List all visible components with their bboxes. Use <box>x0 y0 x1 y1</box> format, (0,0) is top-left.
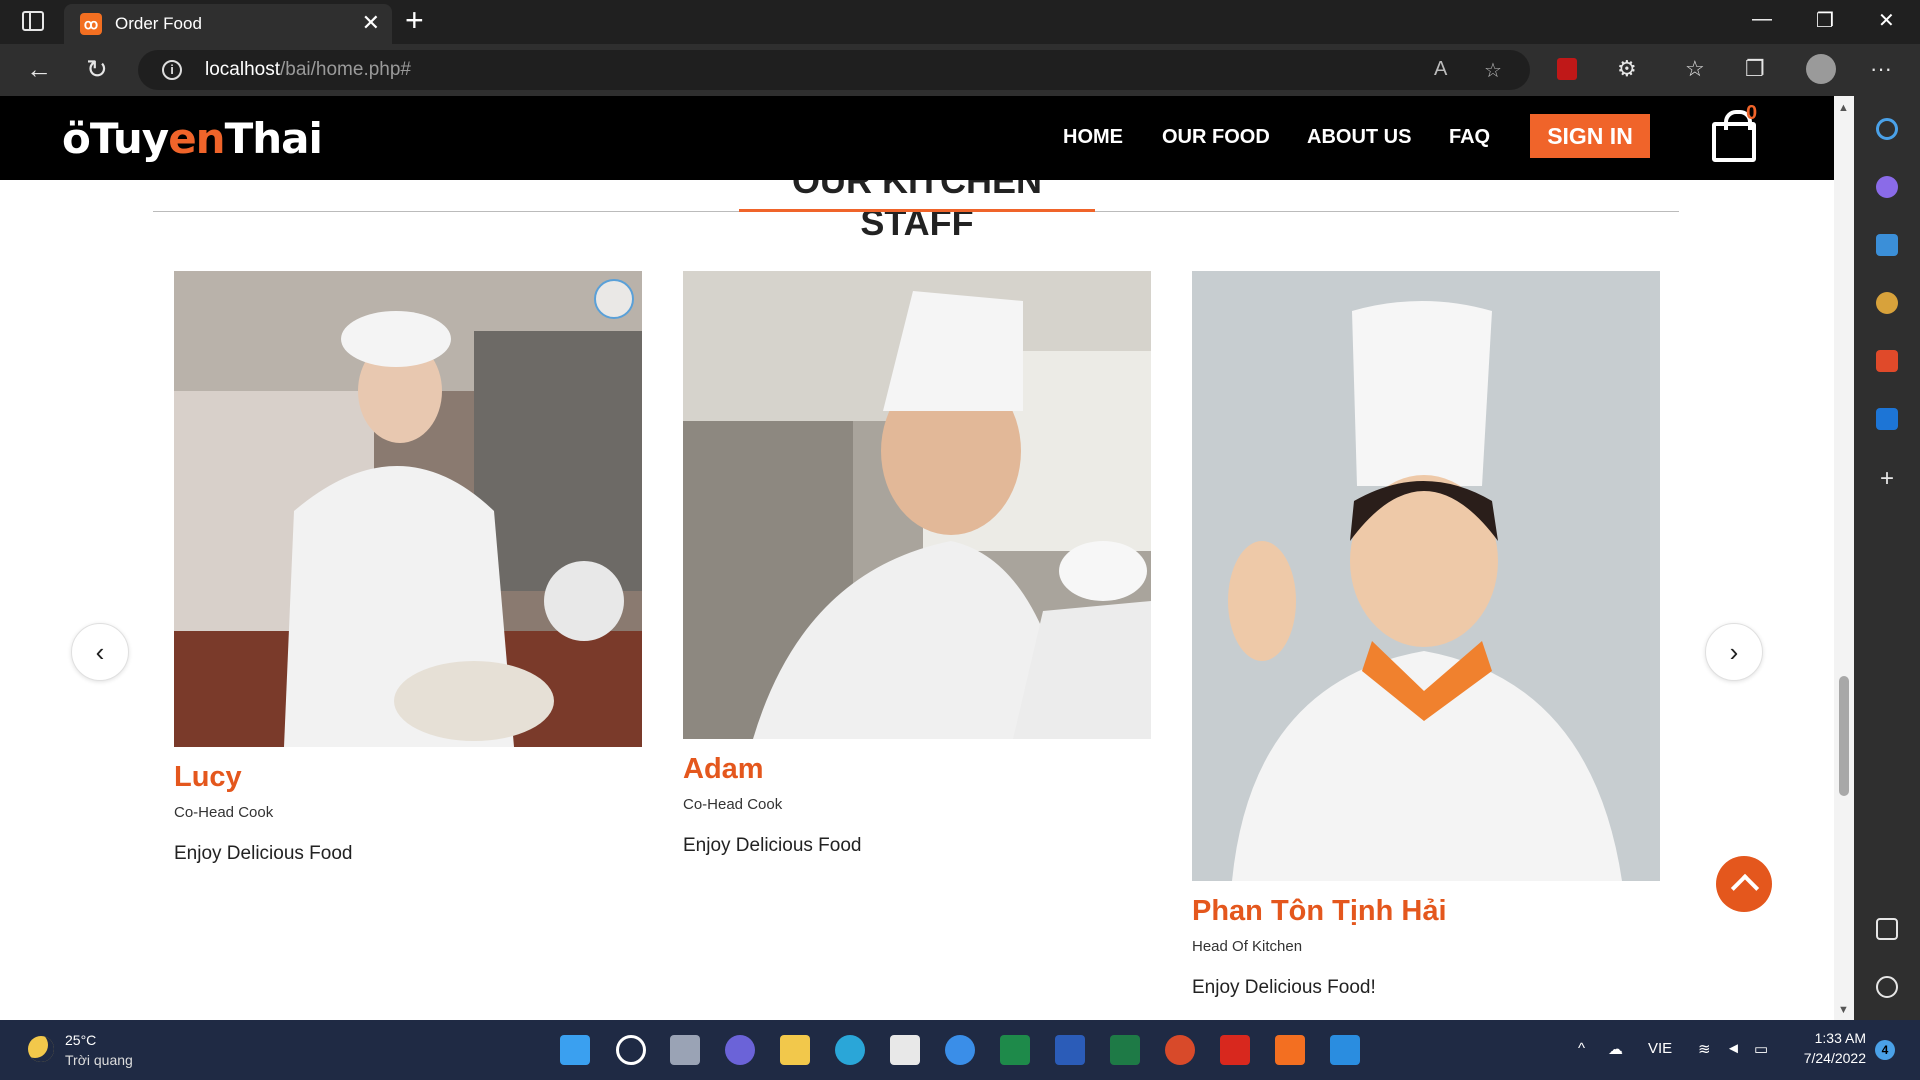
nav-about-us[interactable]: ABOUT US <box>1307 126 1411 149</box>
staff-name: Adam <box>683 753 764 785</box>
back-icon[interactable]: ← <box>26 54 52 85</box>
profile-avatar[interactable] <box>1806 54 1836 84</box>
tab-close-icon[interactable]: ✕ <box>362 10 380 36</box>
search-icon[interactable] <box>1876 118 1898 140</box>
tab-title: Order Food <box>115 14 202 33</box>
weather-temperature[interactable]: 25°C <box>65 1032 96 1048</box>
nav-faq[interactable]: FAQ <box>1449 126 1490 149</box>
nav-our-food[interactable]: OUR FOOD <box>1162 126 1270 149</box>
clock-time[interactable]: 1:33 AM <box>1810 1030 1866 1046</box>
start-icon[interactable] <box>560 1035 590 1065</box>
clock-date[interactable]: 7/24/2022 <box>1793 1050 1866 1066</box>
vscode-icon[interactable] <box>1330 1035 1360 1065</box>
tips-icon[interactable] <box>945 1035 975 1065</box>
outlook-icon[interactable] <box>1876 408 1898 430</box>
staff-name: Phan Tôn Tịnh Hải <box>1192 895 1447 927</box>
xampp-taskbar-icon[interactable] <box>1275 1035 1305 1065</box>
cart-icon[interactable] <box>1712 110 1756 162</box>
add-icon[interactable]: + <box>1876 467 1898 491</box>
staff-photo <box>174 271 642 747</box>
restore-button[interactable]: ❐ <box>1816 8 1834 33</box>
moon-icon[interactable] <box>28 1036 54 1062</box>
read-aloud-icon[interactable]: A <box>1434 58 1447 81</box>
carousel-next-button[interactable]: › <box>1705 623 1763 681</box>
file-explorer-icon[interactable] <box>780 1035 810 1065</box>
staff-card: Adam Co-Head Cook Enjoy Delicious Food <box>683 271 1151 857</box>
staff-role: Co-Head Cook <box>683 796 783 813</box>
favorite-add-icon[interactable]: ☆ <box>1484 58 1502 83</box>
sign-in-button[interactable]: SIGN IN <box>1530 114 1650 158</box>
project-icon[interactable] <box>1110 1035 1140 1065</box>
nav-home[interactable]: HOME <box>1063 126 1123 149</box>
collections-icon[interactable]: ❐ <box>1745 56 1765 82</box>
mcafee-icon[interactable] <box>1557 58 1577 80</box>
powerpoint-icon[interactable] <box>1165 1035 1195 1065</box>
page-viewport: öTuyenThai HOME OUR FOOD ABOUT US FAQ SI… <box>0 96 1834 1020</box>
task-view-icon[interactable] <box>670 1035 700 1065</box>
word-icon[interactable] <box>1055 1035 1085 1065</box>
browser-titlebar: ꝏ Order Food ✕ + — ❐ ✕ <box>0 0 1920 44</box>
minimize-button[interactable]: — <box>1752 8 1772 31</box>
staff-card: Phan Tôn Tịnh Hải Head Of Kitchen Enjoy … <box>1192 271 1660 999</box>
notification-badge[interactable]: 4 <box>1875 1040 1895 1060</box>
page-scrollbar[interactable]: ▲ ▼ <box>1834 96 1854 1020</box>
volume-icon[interactable]: ◄ <box>1726 1040 1741 1057</box>
edge-icon[interactable] <box>835 1035 865 1065</box>
settings-icon[interactable] <box>1876 976 1898 998</box>
cart-count-badge: 0 <box>1746 102 1758 124</box>
xampp-icon: ꝏ <box>80 13 102 35</box>
staff-card: Lucy Co-Head Cook Enjoy Delicious Food <box>174 271 642 865</box>
games-icon[interactable] <box>1876 292 1898 314</box>
address-bar[interactable]: i localhost/bai/home.php# A ☆ <box>138 50 1530 90</box>
section-title-underline <box>739 209 1095 212</box>
scroll-down-arrow-icon[interactable]: ▼ <box>1838 1004 1849 1016</box>
browser-tab[interactable]: ꝏ Order Food ✕ <box>64 4 392 44</box>
new-tab-button[interactable]: + <box>405 2 424 39</box>
scroll-thumb[interactable] <box>1839 676 1849 796</box>
site-logo[interactable]: öTuyenThai <box>62 114 323 163</box>
close-window-button[interactable]: ✕ <box>1878 8 1895 33</box>
more-icon[interactable]: ··· <box>1870 56 1892 82</box>
sparkle-icon[interactable] <box>1876 176 1898 198</box>
extensions-icon[interactable]: ⚙ <box>1617 56 1637 82</box>
hide-sidebar-icon[interactable] <box>1876 918 1898 940</box>
edge-sidebar: + <box>1854 96 1920 1020</box>
refresh-icon[interactable]: ↻ <box>86 54 108 85</box>
onedrive-icon[interactable]: ☁ <box>1608 1040 1623 1058</box>
staff-description: Enjoy Delicious Food! <box>1192 977 1376 998</box>
taskbar: 25°C Trời quang ^ ☁ VIE ≋ ◄ ▭ 1:33 AM 7/… <box>0 1020 1920 1080</box>
excel-icon[interactable] <box>1000 1035 1030 1065</box>
store-icon[interactable] <box>890 1035 920 1065</box>
staff-role: Head Of Kitchen <box>1192 938 1303 955</box>
search-taskbar-icon[interactable] <box>616 1035 646 1065</box>
battery-icon[interactable]: ▭ <box>1754 1040 1768 1058</box>
staff-photo <box>1192 271 1660 881</box>
weather-condition[interactable]: Trời quang <box>65 1052 133 1068</box>
carousel-prev-button[interactable]: ‹ <box>71 623 129 681</box>
wps-icon[interactable] <box>1220 1035 1250 1065</box>
wifi-icon[interactable]: ≋ <box>1698 1040 1711 1058</box>
staff-name: Lucy <box>174 761 242 793</box>
tools-icon[interactable] <box>1876 234 1898 256</box>
staff-description: Enjoy Delicious Food <box>683 835 862 856</box>
url-text[interactable]: localhost/bai/home.php# <box>205 59 411 81</box>
favorites-icon[interactable]: ☆ <box>1685 56 1705 82</box>
site-header: öTuyenThai HOME OUR FOOD ABOUT US FAQ SI… <box>0 96 1834 180</box>
staff-description: Enjoy Delicious Food <box>174 843 353 864</box>
tab-actions-icon[interactable] <box>22 11 44 31</box>
scroll-up-arrow-icon[interactable]: ▲ <box>1838 102 1849 114</box>
office-icon[interactable] <box>1876 350 1898 372</box>
browser-toolbar: ← ↻ i localhost/bai/home.php# A ☆ ⚙ ☆ ❐ … <box>0 44 1920 96</box>
site-info-icon[interactable]: i <box>162 60 182 80</box>
staff-role: Co-Head Cook <box>174 804 274 821</box>
tray-overflow-icon[interactable]: ^ <box>1578 1040 1585 1057</box>
staff-photo <box>683 271 1151 739</box>
visual-search-icon[interactable] <box>594 279 634 319</box>
language-indicator[interactable]: VIE <box>1648 1040 1672 1057</box>
back-to-top-button[interactable] <box>1716 856 1772 912</box>
teams-chat-icon[interactable] <box>725 1035 755 1065</box>
